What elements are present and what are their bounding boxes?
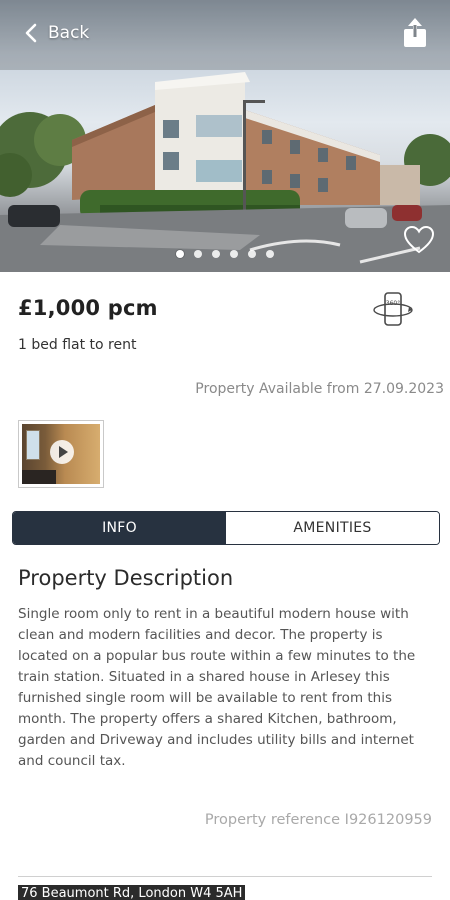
carousel-dot[interactable] — [212, 250, 220, 258]
description-text: Single room only to rent in a beautiful … — [18, 606, 416, 769]
property-photo-carousel[interactable]: Back — [0, 0, 450, 272]
360-tour-button[interactable]: 360° — [372, 290, 414, 330]
carousel-dot[interactable] — [194, 250, 202, 258]
carousel-dot[interactable] — [176, 250, 184, 258]
share-icon — [404, 18, 426, 47]
heart-icon — [403, 225, 435, 254]
property-address: 76 Beaumont Rd, London W4 5AH — [18, 885, 246, 900]
tab-amenities[interactable]: AMENITIES — [226, 512, 439, 544]
svg-text:360°: 360° — [386, 300, 400, 307]
carousel-dot[interactable] — [266, 250, 274, 258]
carousel-dot[interactable] — [230, 250, 238, 258]
video-preview-image — [22, 424, 100, 484]
price-label: £1,000 pcm — [18, 296, 158, 320]
carousel-indicator — [0, 250, 450, 258]
availability-date: Property Available from 27.09.2023 — [195, 381, 444, 397]
play-icon — [50, 440, 74, 464]
chevron-left-icon — [25, 23, 37, 43]
360-view-icon: 360° — [373, 292, 413, 326]
info-tabs: INFO AMENITIES — [12, 511, 440, 545]
back-button[interactable]: Back — [24, 20, 89, 46]
favourite-button[interactable] — [403, 225, 435, 254]
video-thumbnail[interactable] — [18, 420, 104, 488]
property-type-label: 1 bed flat to rent — [18, 337, 137, 353]
divider — [18, 876, 432, 877]
back-label: Back — [48, 23, 90, 43]
share-button[interactable] — [402, 18, 428, 48]
tab-info[interactable]: INFO — [13, 512, 226, 544]
carousel-dot[interactable] — [248, 250, 256, 258]
description-heading: Property Description — [18, 566, 234, 590]
property-reference: Property reference I926120959 — [204, 812, 432, 828]
